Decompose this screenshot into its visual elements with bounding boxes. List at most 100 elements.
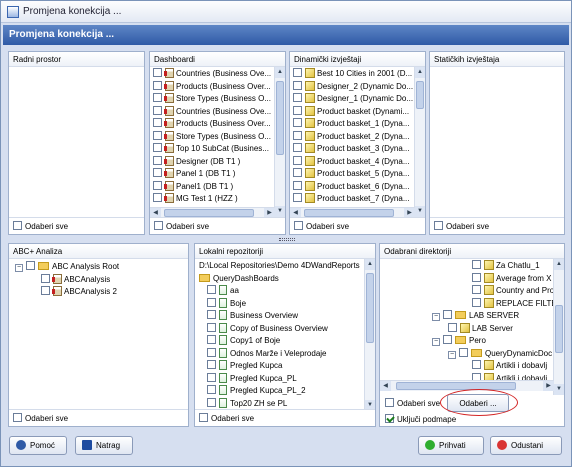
list-item[interactable]: Designer (DB T1 ) (153, 155, 273, 169)
select-all-checkbox[interactable] (434, 221, 443, 230)
tree-root[interactable]: − ABC Analysis Root (15, 261, 185, 274)
tree-checkbox[interactable] (459, 347, 468, 357)
item-checkbox[interactable] (153, 180, 162, 190)
item-checkbox[interactable] (207, 385, 216, 394)
scroll-thumb[interactable] (555, 305, 563, 353)
list-item[interactable]: Designer_1 (Dynamic Do... (293, 93, 413, 106)
splitter-grip-icon[interactable] (279, 238, 295, 241)
scroll-thumb[interactable] (366, 273, 374, 343)
item-checkbox[interactable] (153, 93, 162, 102)
collapse-icon[interactable]: − (15, 264, 23, 272)
list-item[interactable]: Designer_2 (Dynamic Do... (293, 80, 413, 94)
collapse-icon[interactable]: − (432, 313, 440, 321)
tree-checkbox[interactable] (443, 310, 452, 319)
item-checkbox[interactable] (207, 372, 216, 382)
item-checkbox[interactable] (153, 168, 162, 177)
scroll-up-icon[interactable]: ▲ (554, 259, 564, 270)
list-item[interactable]: Store Types (Business O... (153, 130, 273, 144)
vertical-scrollbar[interactable]: ▲ ▼ (414, 67, 425, 217)
scroll-down-icon[interactable]: ▼ (554, 384, 564, 395)
list-item[interactable]: Top 10 SubCat (Busines... (153, 143, 273, 156)
item-checkbox[interactable] (293, 118, 302, 127)
tree-item[interactable]: Za Chatlu_1 (384, 260, 554, 273)
scroll-down-icon[interactable]: ▼ (415, 206, 425, 217)
select-all-checkbox[interactable] (154, 221, 163, 230)
scroll-left-icon[interactable]: ◀ (380, 381, 391, 391)
item-checkbox[interactable] (293, 130, 302, 140)
list-item[interactable]: Store Types (Business O... (153, 93, 273, 106)
item-checkbox[interactable] (293, 143, 302, 152)
tree-item[interactable]: Artikli i dobavlj (384, 360, 554, 373)
scroll-thumb[interactable] (416, 81, 424, 109)
list-item[interactable]: Product basket (Dynami... (293, 105, 413, 119)
vertical-scrollbar[interactable]: ▲ ▼ (553, 259, 564, 395)
item-checkbox[interactable] (293, 155, 302, 165)
select-all-checkbox[interactable] (199, 413, 208, 422)
tree-item[interactable]: REPLACE FILTER (384, 297, 554, 311)
item-checkbox[interactable] (207, 360, 216, 369)
collapse-icon[interactable]: − (432, 338, 440, 346)
item-checkbox[interactable] (207, 397, 216, 407)
tree-checkbox[interactable] (472, 285, 481, 294)
tree-item[interactable]: ABCAnalysis 2 (15, 286, 185, 299)
item-checkbox[interactable] (207, 347, 216, 357)
item-checkbox[interactable] (153, 130, 162, 140)
item-checkbox[interactable] (153, 118, 162, 127)
tree-item[interactable]: − QueryDynamicDoc (384, 347, 554, 361)
tree-item[interactable]: − Pero (384, 335, 554, 348)
tree-checkbox[interactable] (472, 260, 481, 269)
list-item[interactable]: Pregled Kupca_PL_2 (199, 385, 365, 398)
tree-folder[interactable]: QueryDashBoards (199, 273, 365, 286)
tree-item[interactable]: ABCAnalysis (15, 273, 185, 287)
item-checkbox[interactable] (293, 80, 302, 90)
tree-checkbox[interactable] (41, 273, 50, 283)
scroll-right-icon[interactable]: ▶ (543, 381, 554, 391)
tree-checkbox[interactable] (448, 322, 457, 332)
list-item[interactable]: Panel1 (DB T1 ) (153, 180, 273, 194)
item-checkbox[interactable] (207, 285, 216, 294)
tree-checkbox[interactable] (472, 297, 481, 307)
vertical-scrollbar[interactable]: ▲ ▼ (274, 67, 285, 217)
select-all-checkbox[interactable] (385, 398, 394, 407)
item-checkbox[interactable] (293, 93, 302, 102)
item-checkbox[interactable] (293, 68, 302, 77)
tree-checkbox[interactable] (41, 286, 50, 295)
item-checkbox[interactable] (153, 105, 162, 115)
list-item[interactable]: Product basket_4 (Dyna... (293, 155, 413, 169)
tree-item[interactable]: − LAB SERVER (384, 310, 554, 323)
tree-checkbox[interactable] (472, 360, 481, 369)
item-checkbox[interactable] (153, 193, 162, 202)
list-item[interactable]: Pregled Kupca (199, 360, 365, 373)
select-all-checkbox[interactable] (294, 221, 303, 230)
scroll-thumb[interactable] (276, 81, 284, 155)
scroll-up-icon[interactable]: ▲ (415, 67, 425, 78)
scroll-up-icon[interactable]: ▲ (275, 67, 285, 78)
list-item[interactable]: Product basket_1 (Dyna... (293, 118, 413, 131)
list-item[interactable]: MG Test 1 (HZZ ) (153, 193, 273, 206)
scroll-up-icon[interactable]: ▲ (365, 259, 375, 270)
list-item[interactable]: Boje (199, 297, 365, 311)
back-button[interactable]: Natrag (75, 436, 133, 455)
cancel-button[interactable]: Odustani (490, 436, 562, 455)
scroll-thumb[interactable] (396, 382, 516, 390)
list-item[interactable]: Countries (Business Ove... (153, 105, 273, 119)
scroll-thumb[interactable] (164, 209, 254, 217)
scroll-thumb[interactable] (304, 209, 394, 217)
list-item[interactable]: Top20 ZH se PL (199, 397, 365, 409)
tree-checkbox[interactable] (443, 335, 452, 344)
list-item[interactable]: Product basket_5 (Dyna... (293, 168, 413, 181)
item-checkbox[interactable] (293, 180, 302, 190)
tree-item[interactable]: Country and Produ (384, 285, 554, 298)
item-checkbox[interactable] (153, 80, 162, 90)
tree-item[interactable]: Average from X (384, 272, 554, 286)
tree-checkbox[interactable] (472, 372, 481, 380)
item-checkbox[interactable] (153, 155, 162, 165)
list-item[interactable]: Countries (Business Ove... (153, 68, 273, 81)
help-button[interactable]: Pomoć (9, 436, 67, 455)
item-checkbox[interactable] (207, 335, 216, 344)
list-item[interactable]: Copy1 of Boje (199, 335, 365, 348)
item-checkbox[interactable] (207, 310, 216, 319)
collapse-icon[interactable]: − (448, 350, 456, 359)
list-item[interactable]: Odnos Marže i Veleprodaje (199, 347, 365, 361)
list-item[interactable]: Product basket_3 (Dyna... (293, 143, 413, 156)
